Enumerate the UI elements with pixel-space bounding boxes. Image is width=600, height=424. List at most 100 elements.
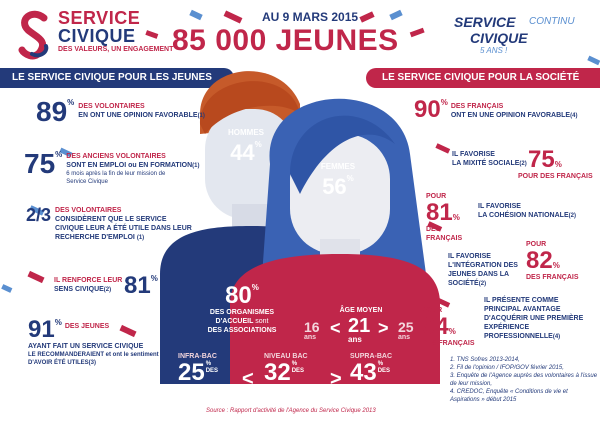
- education-infra-row: 25 % DES: [178, 361, 248, 385]
- lt-chevron-icon: <: [330, 318, 341, 338]
- women-value: 56%: [308, 174, 368, 200]
- men-value: 44%: [216, 140, 276, 166]
- service-civique-logo-icon: [18, 10, 49, 60]
- stat-french-opinion-text1: DES FRANÇAIS: [450, 103, 504, 110]
- stat-cohesion-note: (2): [568, 213, 576, 219]
- stat-cohesion-text1: IL FAVORISE: [478, 203, 521, 210]
- organisations-number: 80: [225, 282, 252, 309]
- stat-job-search-value: 2/3: [26, 205, 52, 225]
- education-supra-row: 43 % DES: [350, 361, 420, 385]
- stat-employment-text1: DES ANCIENS VOLONTAIRES: [66, 153, 166, 160]
- education-bac-text2: VOLONTAIRES: [264, 386, 307, 392]
- stat-integration-value: POUR 82% DES FRANÇAIS: [526, 240, 596, 282]
- page-title: 85 000 JEUNES: [172, 24, 399, 57]
- education-supra-text2: VOLONTAIRES: [350, 386, 393, 392]
- education-bac: NIVEAU BAC 32 % DES VOLONTAIRES: [264, 352, 334, 393]
- stat-mixity-text: IL FAVORISE LA MIXITÉ SOCIALE(2): [452, 150, 532, 168]
- age-max: 25 ans: [398, 320, 414, 341]
- age-min: 16 ans: [304, 320, 320, 341]
- right-logo-service: SERVICE: [454, 14, 516, 30]
- stat-integration-note: (2): [478, 281, 487, 287]
- stat-recommend-text2: AYANT FAIT UN SERVICE CIVIQUE: [28, 343, 144, 350]
- age-stat: 16 ans < 21 ans > 25 ans: [300, 316, 424, 346]
- organisations-text4: DES ASSOCIATIONS: [207, 327, 277, 334]
- stat-young-opinion-text1: DES VOLONTAIRES: [78, 103, 145, 110]
- stat-integration-unit: %: [552, 261, 560, 270]
- age-min-unit: ans: [304, 334, 317, 341]
- stat-job-search: 2/3 DES VOLONTAIRES CONSIDÈRENT QUE LE S…: [26, 206, 196, 242]
- age-avg: 21 ans: [348, 316, 370, 344]
- source-3: 3. Enquête de l'Agence auprès des volont…: [450, 373, 598, 387]
- stat-job-search-text: DES VOLONTAIRES CONSIDÈRENT QUE LE SERVI…: [55, 206, 196, 242]
- stat-young-opinion: 89 % DES VOLONTAIRES EN ONT UNE OPINION …: [36, 98, 236, 126]
- education-bac-value: 32: [264, 359, 291, 386]
- stat-recommend-unit: %: [54, 318, 62, 327]
- stat-employment-note: (1): [192, 163, 200, 169]
- age-max-value: 25: [398, 319, 414, 335]
- stat-recommend-text3: LE RECOMMANDERAIENT et ont le sentiment …: [28, 351, 168, 367]
- stat-mixity-note: (2): [519, 161, 527, 167]
- education-supra-unit: %: [377, 361, 384, 367]
- stat-recommend-note: (3): [88, 360, 96, 366]
- gt-education-icon: >: [330, 368, 342, 390]
- stat-employment: 75 % DES ANCIENS VOLONTAIRES SONT EN EMP…: [24, 150, 224, 186]
- stat-job-search-text1: DES VOLONTAIRES: [55, 207, 122, 214]
- stat-job-search-note: (1): [136, 235, 145, 241]
- stat-civic-number: 81: [124, 272, 151, 299]
- date-label: AU 9 MARS 2015: [262, 10, 359, 24]
- education-infra: INFRA-BAC 25 % DES VOLONTAIRES: [178, 352, 248, 393]
- stat-experience-unit: %: [448, 327, 456, 336]
- stat-young-opinion-unit: %: [67, 98, 75, 107]
- gt-chevron-icon: >: [378, 318, 389, 338]
- stat-employment-text2a: SONT EN EMPLOI ou EN FORMATION: [66, 162, 193, 169]
- organisations-text1: DES ORGANISMES: [209, 309, 275, 316]
- stat-experience-text1: IL PRÉSENTE COMME PRINCIPAL AVANTAGE D'A…: [484, 296, 596, 341]
- women-label: FEMMES: [320, 162, 356, 171]
- education-bac-text1: DES: [291, 368, 305, 374]
- stat-french-opinion-value: 90: [414, 96, 441, 123]
- logo-text-civique: CIVIQUE: [58, 26, 136, 46]
- stat-french-opinion: 90 % DES FRANÇAIS ONT EN UNE OPINION FAV…: [414, 98, 600, 122]
- right-logo-civique: CIVIQUE: [470, 30, 528, 46]
- education-bac-row: 32 % DES: [264, 361, 334, 385]
- men-unit: %: [254, 140, 262, 149]
- stat-employment-text: DES ANCIENS VOLONTAIRES SONT EN EMPLOI o…: [66, 150, 199, 186]
- infographic: SERVICE CIVIQUE DES VALEURS, UN ENGAGEME…: [0, 0, 600, 424]
- source-4: 4. CREDOC, Enquête « Conditions de vie e…: [450, 389, 568, 403]
- stat-french-opinion-text: DES FRANÇAIS ONT EN UNE OPINION FAVORABL…: [451, 98, 578, 120]
- stat-recommend-head-text: DES JEUNES: [65, 318, 109, 331]
- source-line: Source : Rapport d'activité de l'Agence …: [206, 408, 376, 414]
- stat-young-opinion-text2: EN ONT UNE OPINION FAVORABLE(1): [78, 111, 205, 120]
- stat-recommend: 91 % DES JEUNES AYANT FAIT UN SERVICE CI…: [28, 318, 168, 367]
- age-max-unit: ans: [398, 334, 411, 341]
- stat-civic-unit: %: [150, 274, 158, 283]
- right-logo-years: 5 ANS !: [480, 46, 508, 55]
- age-min-value: 16: [304, 319, 320, 335]
- education-infra-suffix: % DES: [206, 361, 218, 375]
- education-infra-value: 25: [178, 359, 205, 386]
- stat-mixity-value: 75% POUR DES FRANÇAIS: [518, 146, 598, 181]
- stat-employment-value: 75: [24, 148, 56, 179]
- education-supra: SUPRA-BAC 43 % DES VOLONTAIRES: [350, 352, 420, 393]
- organisations-unit: %: [251, 283, 259, 292]
- stat-mixity-post: POUR DES FRANÇAIS: [518, 173, 593, 180]
- stat-cohesion-text: IL FAVORISE LA COHÉSION NATIONALE(2): [478, 202, 598, 220]
- stat-french-opinion-text2a: ONT EN UNE OPINION FAVORABLE: [450, 112, 571, 119]
- stat-cohesion-text2: LA COHÉSION NATIONALE(2): [478, 211, 598, 220]
- stat-young-opinion-value: 89: [36, 96, 68, 127]
- sources-list: 1. TNS Sofres 2013-2014, 2. Fil de l'opi…: [450, 356, 598, 404]
- stat-integration-text1: IL FAVORISE L'INTÉGRATION DES JEUNES DAN…: [448, 252, 524, 288]
- organisations-text2a: D'ACCUEIL: [215, 318, 254, 325]
- women-unit: %: [346, 174, 354, 183]
- stat-cohesion-value: POUR 81% DES FRANÇAIS: [426, 192, 476, 243]
- stat-employment-sub: 6 mois après la fin de leur mission de S…: [66, 171, 166, 185]
- education-supra-text1: DES: [377, 368, 391, 374]
- stat-cohesion-unit: %: [452, 213, 460, 222]
- stat-mixity-number: 75: [528, 146, 555, 173]
- organisations-value: 80%: [196, 284, 288, 308]
- stat-mixity-pre1: IL FAVORISE: [452, 151, 495, 158]
- stat-young-opinion-text: DES VOLONTAIRES EN ONT UNE OPINION FAVOR…: [78, 98, 205, 120]
- stat-cohesion-text2a: LA COHÉSION NATIONALE: [478, 212, 569, 219]
- education-supra-value: 43: [350, 359, 377, 386]
- stat-job-search-text2a: CONSIDÈRENT QUE LE SERVICE CIVIQUE LEUR …: [55, 216, 192, 241]
